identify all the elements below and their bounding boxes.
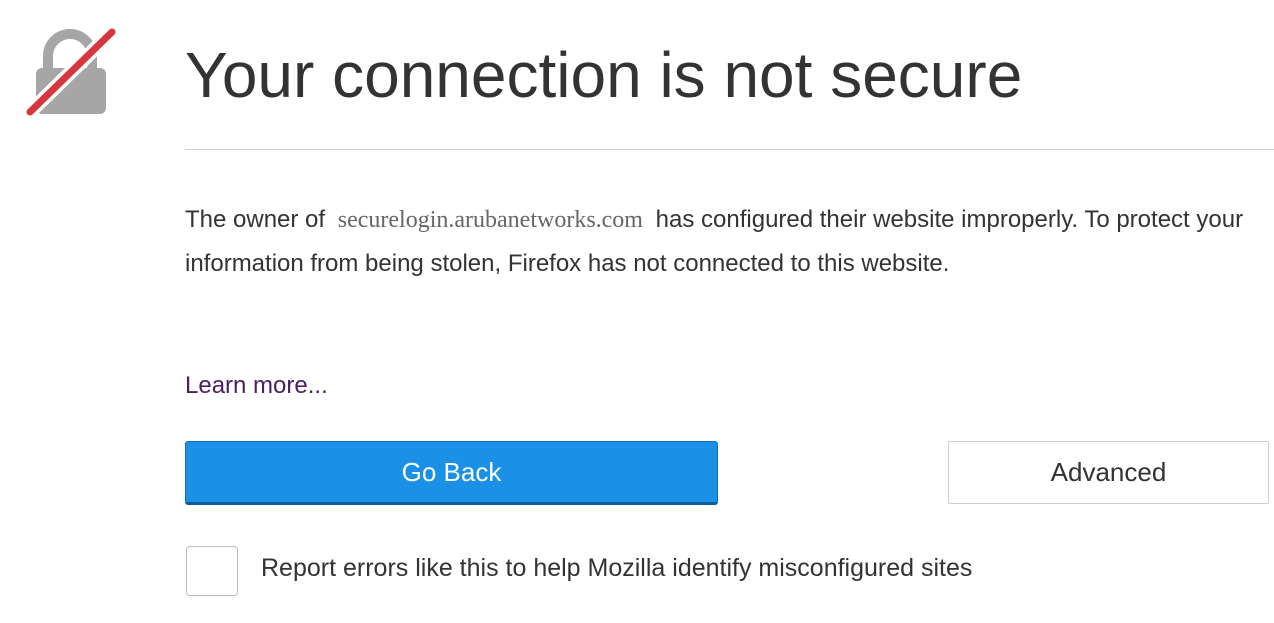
description-intro: The owner of <box>185 206 326 233</box>
domain-name: securelogin.arubanetworks.com <box>337 207 643 233</box>
page-title: Your connection is not secure <box>185 39 1023 111</box>
advanced-button[interactable]: Advanced <box>948 441 1269 504</box>
broken-lock-icon <box>23 26 118 119</box>
error-description: The owner of securelogin.arubanetworks.c… <box>185 198 1270 286</box>
error-page: Your connection is not secure The owner … <box>0 0 1274 623</box>
title-divider <box>185 149 1274 150</box>
report-errors-checkbox[interactable] <box>186 546 238 596</box>
go-back-button[interactable]: Go Back <box>185 441 718 505</box>
report-errors-label: Report errors like this to help Mozilla … <box>261 554 973 582</box>
learn-more-link[interactable]: Learn more... <box>185 366 328 406</box>
